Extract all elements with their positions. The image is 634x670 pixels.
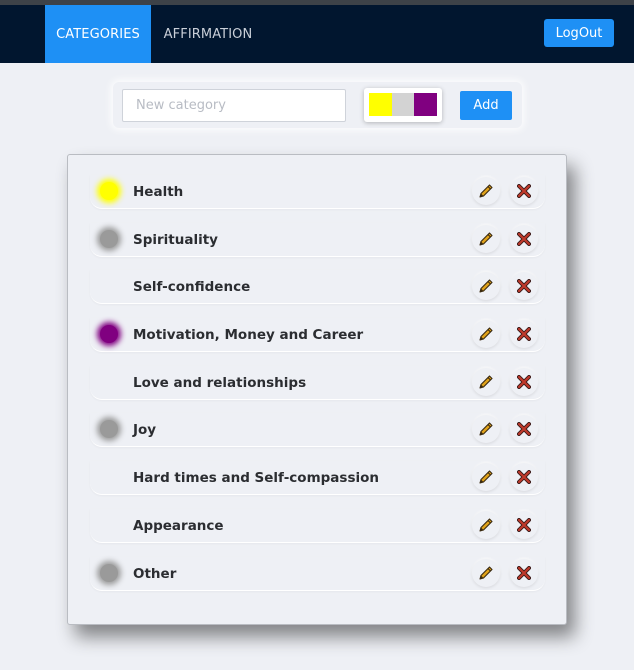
add-button[interactable]: Add [460, 91, 512, 120]
close-x-icon [517, 232, 531, 246]
pencil-icon [478, 421, 494, 437]
pencil-icon [478, 565, 494, 581]
pencil-icon [478, 517, 494, 533]
pencil-icon [478, 231, 494, 247]
edit-button[interactable] [472, 368, 500, 396]
delete-button[interactable] [510, 320, 538, 348]
edit-button[interactable] [472, 272, 500, 300]
color-swatch-yellow[interactable] [369, 93, 392, 116]
delete-button[interactable] [510, 559, 538, 587]
logout-button[interactable]: LogOut [544, 19, 614, 47]
category-row: Spirituality [90, 223, 545, 257]
color-swatch-gray[interactable] [392, 93, 415, 116]
close-x-icon [517, 327, 531, 341]
top-navbar: CATEGORIES AFFIRMATION LogOut [0, 5, 634, 63]
category-label: Self-confidence [133, 279, 251, 295]
category-label: Appearance [133, 518, 224, 534]
edit-button[interactable] [472, 415, 500, 443]
tab-categories[interactable]: CATEGORIES [45, 5, 151, 63]
category-color-dot [100, 182, 118, 200]
edit-button[interactable] [472, 177, 500, 205]
category-label: Health [133, 184, 184, 200]
category-label: Other [133, 566, 177, 582]
edit-button[interactable] [472, 559, 500, 587]
close-x-icon [517, 279, 531, 293]
delete-button[interactable] [510, 463, 538, 491]
color-picker[interactable] [364, 88, 442, 122]
delete-button[interactable] [510, 225, 538, 253]
close-x-icon [517, 470, 531, 484]
category-row: Other [90, 557, 545, 591]
category-color-dot [100, 325, 118, 343]
category-label: Spirituality [133, 232, 218, 248]
edit-button[interactable] [472, 463, 500, 491]
category-row: Joy [90, 413, 545, 447]
category-color-dot [100, 564, 118, 582]
close-x-icon [517, 375, 531, 389]
color-swatch-purple[interactable] [414, 93, 437, 116]
category-row: Appearance [90, 509, 545, 543]
category-label: Love and relationships [133, 375, 307, 391]
close-x-icon [517, 566, 531, 580]
category-label: Hard times and Self-compassion [133, 470, 379, 486]
close-x-icon [517, 518, 531, 532]
delete-button[interactable] [510, 272, 538, 300]
edit-button[interactable] [472, 225, 500, 253]
category-color-dot [100, 420, 118, 438]
delete-button[interactable] [510, 511, 538, 539]
delete-button[interactable] [510, 177, 538, 205]
pencil-icon [478, 183, 494, 199]
pencil-icon [478, 326, 494, 342]
close-x-icon [517, 184, 531, 198]
delete-button[interactable] [510, 368, 538, 396]
category-list-card: Health Spirituality Self-confidence Motivat… [67, 154, 567, 625]
category-row: Self-confidence [90, 270, 545, 304]
tab-affirmation[interactable]: AFFIRMATION [158, 5, 258, 63]
new-category-input[interactable] [122, 89, 346, 122]
edit-button[interactable] [472, 320, 500, 348]
category-label: Motivation, Money and Career [133, 327, 364, 343]
delete-button[interactable] [510, 415, 538, 443]
pencil-icon [478, 278, 494, 294]
category-row: Health [90, 175, 545, 209]
close-x-icon [517, 422, 531, 436]
pencil-icon [478, 374, 494, 390]
category-row: Love and relationships [90, 366, 545, 400]
category-label: Joy [133, 422, 157, 438]
edit-button[interactable] [472, 511, 500, 539]
pencil-icon [478, 469, 494, 485]
category-color-dot [100, 230, 118, 248]
category-row: Motivation, Money and Career [90, 318, 545, 352]
category-row: Hard times and Self-compassion [90, 461, 545, 495]
